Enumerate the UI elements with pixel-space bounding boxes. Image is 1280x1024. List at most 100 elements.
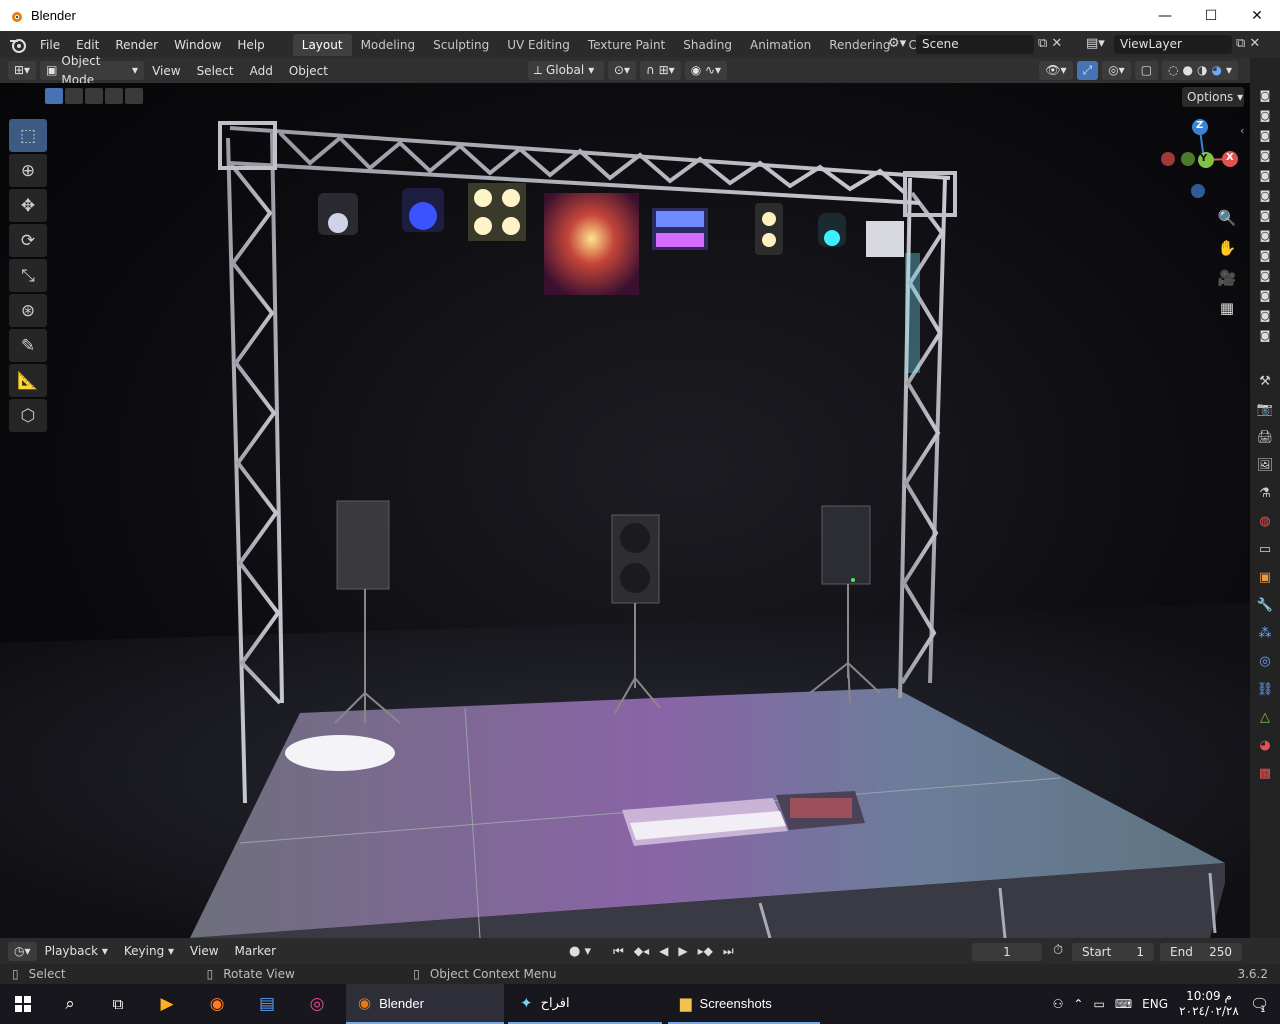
- taskbar-app-afrah[interactable]: ✦ افراح: [508, 984, 662, 1024]
- view-layer-selector[interactable]: ViewLayer: [1114, 35, 1232, 54]
- chevron-down-icon[interactable]: ▾: [1226, 61, 1232, 80]
- add-cube-tool[interactable]: ⬡: [9, 399, 47, 432]
- rendered-shading-icon[interactable]: ◕: [1211, 61, 1221, 80]
- zoom-icon[interactable]: 🔍: [1215, 203, 1239, 233]
- keyboard-icon[interactable]: ⌨: [1115, 997, 1132, 1011]
- editor-type-button[interactable]: ⊞▾: [8, 61, 37, 80]
- current-frame-field[interactable]: 1: [972, 943, 1042, 961]
- material-properties-icon[interactable]: ◕: [1250, 732, 1280, 760]
- view-layer-icon[interactable]: ▤▾: [1086, 36, 1105, 51]
- notification-center[interactable]: 🗨 1: [1250, 995, 1272, 1015]
- scene-selector[interactable]: Scene: [916, 35, 1034, 54]
- people-icon[interactable]: ⚇: [1053, 997, 1064, 1011]
- play-reverse-icon[interactable]: ◀: [659, 944, 668, 959]
- wireframe-shading-icon[interactable]: ◌: [1168, 61, 1178, 80]
- snap-toggle[interactable]: ∩ ⊞▾: [640, 61, 681, 80]
- constraints-properties-icon[interactable]: ⛓: [1250, 676, 1280, 704]
- tab-texture-paint[interactable]: Texture Paint: [579, 34, 674, 56]
- overlay-toggle[interactable]: ◎▾: [1102, 61, 1131, 80]
- timeline-view-menu[interactable]: View: [182, 944, 226, 958]
- minimize-button[interactable]: —: [1142, 0, 1188, 31]
- language-indicator[interactable]: ENG: [1142, 997, 1168, 1011]
- start-button[interactable]: [0, 984, 46, 1024]
- task-view-button[interactable]: ⧉: [94, 995, 142, 1013]
- tab-modeling[interactable]: Modeling: [352, 34, 425, 56]
- tab-layout[interactable]: Layout: [292, 33, 352, 56]
- playback-menu[interactable]: Playback ▾: [37, 944, 116, 958]
- tab-uv-editing[interactable]: UV Editing: [498, 34, 579, 56]
- transform-tool[interactable]: ⊛: [9, 294, 47, 327]
- pivot-selector[interactable]: ⊙▾: [607, 61, 636, 80]
- taskbar-app-blender[interactable]: ◉ Blender: [346, 984, 504, 1024]
- new-view-layer-icon[interactable]: ⧉ ✕: [1236, 36, 1260, 51]
- jump-end-icon[interactable]: ⏭: [723, 944, 734, 959]
- camera-visibility-icon[interactable]: ◙: [1250, 126, 1280, 146]
- view-layer-properties-icon[interactable]: 🖼: [1250, 452, 1280, 480]
- material-shading-icon[interactable]: ◑: [1197, 61, 1207, 80]
- xray-toggle[interactable]: ▢: [1134, 61, 1159, 80]
- select-new-icon[interactable]: [45, 88, 63, 104]
- keying-menu[interactable]: Keying ▾: [116, 944, 182, 958]
- tab-animation[interactable]: Animation: [741, 34, 820, 56]
- data-properties-icon[interactable]: △: [1250, 704, 1280, 732]
- maximize-button[interactable]: ☐: [1188, 0, 1234, 31]
- select-menu[interactable]: Select: [189, 64, 242, 78]
- camera-visibility-icon[interactable]: ◙: [1250, 226, 1280, 246]
- auto-keying-icon[interactable]: ● ▾: [569, 944, 591, 959]
- tray-overflow-icon[interactable]: ⌃: [1073, 997, 1083, 1011]
- orientation-selector[interactable]: ⟂ Global ▾: [527, 61, 604, 80]
- view-menu[interactable]: View: [144, 64, 188, 78]
- camera-visibility-icon[interactable]: ◙: [1250, 186, 1280, 206]
- annotate-tool[interactable]: ✎: [9, 329, 47, 362]
- output-properties-icon[interactable]: 🖨: [1250, 424, 1280, 452]
- camera-visibility-icon[interactable]: ◙: [1250, 146, 1280, 166]
- solid-shading-icon[interactable]: ●: [1183, 61, 1193, 80]
- camera-visibility-icon[interactable]: ◙: [1250, 266, 1280, 286]
- collection-properties-icon[interactable]: ▭: [1250, 536, 1280, 564]
- visibility-selector[interactable]: 👁▾: [1039, 61, 1073, 80]
- next-keyframe-icon[interactable]: ▸◆: [698, 944, 713, 959]
- stopwatch-icon[interactable]: ⏱: [1053, 943, 1063, 958]
- start-frame-field[interactable]: Start 1: [1072, 943, 1154, 961]
- 3d-viewport[interactable]: [0, 83, 1250, 938]
- menu-edit[interactable]: Edit: [68, 38, 107, 52]
- move-tool[interactable]: ✥: [9, 189, 47, 222]
- marker-menu[interactable]: Marker: [227, 944, 284, 958]
- world-properties-icon[interactable]: ◍: [1250, 508, 1280, 536]
- menu-window[interactable]: Window: [166, 38, 229, 52]
- new-scene-icon[interactable]: ⧉ ✕: [1038, 36, 1062, 51]
- texture-properties-icon[interactable]: ▩: [1250, 760, 1280, 788]
- pinned-app[interactable]: ▶: [142, 994, 192, 1014]
- options-button[interactable]: Options ▾: [1182, 87, 1244, 107]
- cursor-tool[interactable]: ⊕: [9, 154, 47, 187]
- perspective-grid-icon[interactable]: ▦: [1215, 293, 1239, 323]
- physics-properties-icon[interactable]: ◎: [1250, 648, 1280, 676]
- proportional-edit-toggle[interactable]: ◉ ∿▾: [684, 61, 728, 80]
- camera-visibility-icon[interactable]: ◙: [1250, 286, 1280, 306]
- pinned-app[interactable]: ◉: [192, 994, 242, 1014]
- select-intersect-icon[interactable]: [125, 88, 143, 104]
- pinned-app[interactable]: ◎: [292, 994, 342, 1014]
- object-menu[interactable]: Object: [281, 64, 336, 78]
- clock[interactable]: 10:09 م ٢٠٢٤/٠٢/٢٨: [1178, 989, 1240, 1019]
- navigation-gizmo[interactable]: Z X Y: [1160, 118, 1240, 200]
- menu-render[interactable]: Render: [107, 38, 166, 52]
- pinned-app[interactable]: ▤: [242, 994, 292, 1014]
- camera-visibility-icon[interactable]: ◙: [1250, 86, 1280, 106]
- network-icon[interactable]: ▭: [1093, 997, 1104, 1011]
- tool-properties-icon[interactable]: ⚒: [1250, 368, 1280, 396]
- scene-icon[interactable]: ⚙▾: [888, 36, 906, 51]
- camera-visibility-icon[interactable]: ◙: [1250, 246, 1280, 266]
- render-properties-icon[interactable]: 📷: [1250, 396, 1280, 424]
- measure-tool[interactable]: 📐: [9, 364, 47, 397]
- camera-visibility-icon[interactable]: ◙: [1250, 166, 1280, 186]
- select-subtract-icon[interactable]: [85, 88, 103, 104]
- mode-selector[interactable]: ▣ Object Mode ▾: [40, 54, 145, 87]
- scale-tool[interactable]: ⤡: [9, 259, 47, 292]
- select-invert-icon[interactable]: [105, 88, 123, 104]
- rotate-tool[interactable]: ⟳: [9, 224, 47, 257]
- modifier-properties-icon[interactable]: 🔧: [1250, 592, 1280, 620]
- scene-properties-icon[interactable]: ⚗: [1250, 480, 1280, 508]
- jump-start-icon[interactable]: ⏮: [613, 944, 624, 959]
- timeline-editor-type[interactable]: ◷▾: [8, 941, 37, 961]
